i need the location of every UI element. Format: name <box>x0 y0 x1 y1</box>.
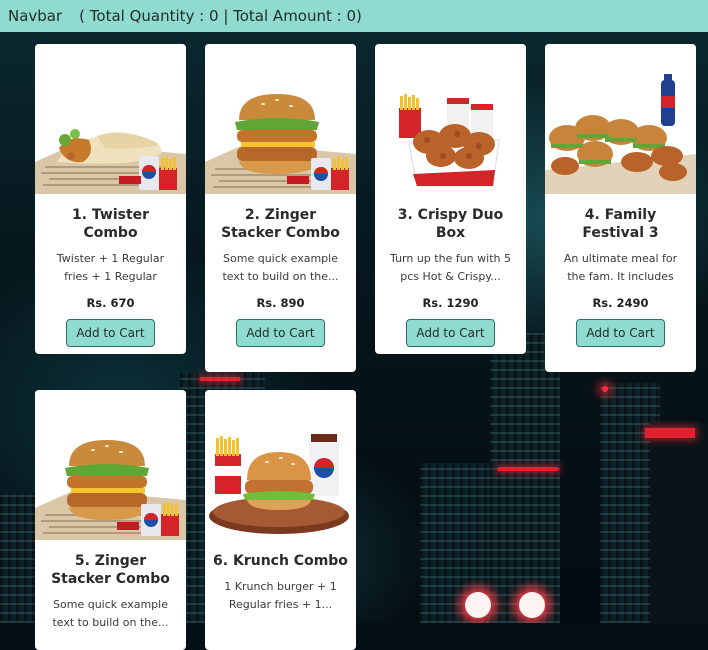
product-card: 4. Family Festival 3 An ultimate meal fo… <box>545 44 696 372</box>
product-image <box>35 390 186 540</box>
product-image <box>35 44 186 194</box>
product-title: 3. Crispy Duo Box <box>397 207 504 241</box>
cart-summary: ( Total Quantity : 0 | Total Amount : 0) <box>79 7 362 25</box>
add-to-cart-button[interactable]: Add to Cart <box>576 319 665 347</box>
product-image <box>205 390 356 540</box>
product-title: 1. Twister Combo <box>71 207 150 241</box>
product-card: 1. Twister Combo Twister + 1 Regular fri… <box>35 44 186 354</box>
add-to-cart-button[interactable]: Add to Cart <box>66 319 155 347</box>
product-title: 5. Zinger Stacker Combo <box>51 553 170 587</box>
product-description: Some quick example text to build on the.… <box>222 252 339 283</box>
product-card: 6. Krunch Combo 1 Krunch burger + 1 Regu… <box>205 390 356 650</box>
product-price: Rs. 1290 <box>422 296 479 310</box>
product-image <box>205 44 356 194</box>
product-price: Rs. 2490 <box>592 296 649 310</box>
product-card: 5. Zinger Stacker Combo Some quick examp… <box>35 390 186 650</box>
product-description: 1 Krunch burger + 1 Regular fries + 1... <box>224 580 337 611</box>
navbar: Navbar ( Total Quantity : 0 | Total Amou… <box>0 0 708 32</box>
product-description: Some quick example text to build on the.… <box>52 598 169 629</box>
navbar-brand[interactable]: Navbar <box>8 7 62 25</box>
add-to-cart-button[interactable]: Add to Cart <box>406 319 495 347</box>
product-title: 4. Family Festival 3 <box>582 207 659 241</box>
product-title: 2. Zinger Stacker Combo <box>221 207 340 241</box>
product-price: Rs. 670 <box>86 296 135 310</box>
product-description: An ultimate meal for the fam. It include… <box>563 252 678 283</box>
product-title: 6. Krunch Combo <box>213 553 348 569</box>
product-card: 2. Zinger Stacker Combo Some quick examp… <box>205 44 356 372</box>
add-to-cart-button[interactable]: Add to Cart <box>236 319 325 347</box>
product-card: 3. Crispy Duo Box Turn up the fun with 5… <box>375 44 526 354</box>
product-price: Rs. 890 <box>256 296 305 310</box>
product-description: Twister + 1 Regular fries + 1 Regular dr… <box>56 252 165 283</box>
product-image <box>545 44 696 194</box>
product-description: Turn up the fun with 5 pcs Hot & Crispy.… <box>390 252 511 283</box>
product-image <box>375 44 526 194</box>
